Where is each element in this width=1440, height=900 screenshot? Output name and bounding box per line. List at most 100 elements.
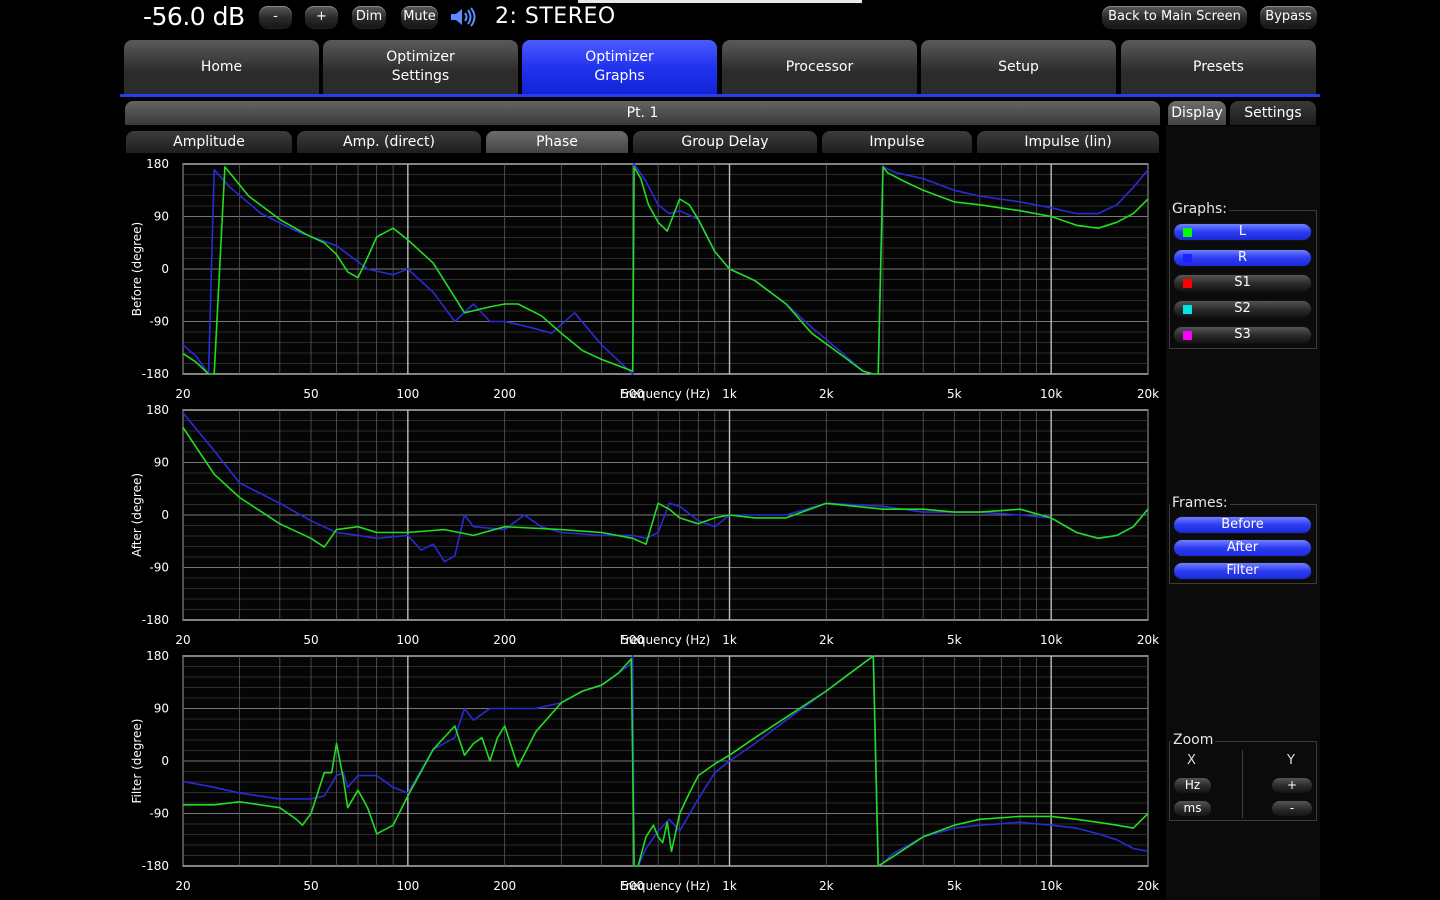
color-swatch — [1183, 228, 1192, 237]
x-tick-label: 5k — [947, 633, 962, 647]
x-tick-label: 10k — [1040, 633, 1062, 647]
channel-label: 2: STEREO — [495, 4, 616, 29]
frame-before-button[interactable]: Before — [1174, 517, 1311, 533]
tab-home[interactable]: Home — [124, 40, 319, 94]
tab-label: Presets — [1193, 58, 1244, 75]
zoom-title: Zoom — [1171, 732, 1216, 748]
graph-toggle-label: S2 — [1234, 301, 1251, 317]
x-tick-label: 20 — [175, 879, 190, 893]
zoom-y-plus-button[interactable]: + — [1272, 778, 1312, 793]
graph-toggle-s2[interactable]: S2 — [1174, 301, 1311, 318]
y-tick-label: -90 — [149, 561, 169, 575]
y-tick-label: -180 — [142, 613, 169, 627]
color-swatch — [1183, 330, 1192, 340]
subtab-amp-direct[interactable]: Amp. (direct) — [297, 131, 481, 153]
graph-toggle-label: S3 — [1234, 326, 1251, 342]
x-tick-label: 1k — [722, 633, 737, 647]
x-axis-label: Frequency (Hz) — [620, 879, 711, 893]
y-tick-label: -180 — [142, 859, 169, 873]
x-tick-label: 200 — [493, 879, 516, 893]
graph-toggle-s1[interactable]: S1 — [1174, 275, 1311, 292]
phase-plot-3: 180900-90-180Filter (degree)20 50 100 200 50… — [130, 649, 1159, 893]
phase-plot-2: 180900-90-180After (degree)20 50 100 200 500… — [130, 403, 1159, 647]
phase-plots: 180900-90-180Before (degree)20 50 100 200 50… — [130, 157, 1159, 893]
y-tick-label: 0 — [161, 262, 169, 276]
x-tick-label: 20k — [1137, 387, 1159, 401]
y-tick-label: 0 — [161, 508, 169, 522]
tab-processor[interactable]: Processor — [722, 40, 917, 94]
frame-after-button[interactable]: After — [1174, 540, 1311, 556]
tab-settings-right[interactable]: Settings — [1230, 101, 1316, 125]
volume-up-button[interactable]: + — [305, 6, 338, 28]
mute-button[interactable]: Mute — [401, 6, 438, 28]
tab-optimizer-graphs[interactable]: Optimizer Graphs — [522, 40, 717, 94]
zoom-ms-button[interactable]: ms — [1174, 801, 1211, 816]
y-tick-label: 180 — [146, 403, 169, 417]
x-tick-label: 20 — [175, 387, 190, 401]
x-tick-label: 100 — [396, 633, 419, 647]
graph-toggle-label: S1 — [1234, 275, 1251, 291]
x-tick-label: 100 — [396, 387, 419, 401]
x-tick-label: 20k — [1137, 633, 1159, 647]
graph-toggle-label: R — [1237, 249, 1248, 265]
graph-toggle-r[interactable]: R — [1174, 249, 1311, 266]
x-tick-label: 20k — [1137, 879, 1159, 893]
volume-down-button[interactable]: - — [259, 6, 292, 28]
y-axis-label: Filter (degree) — [130, 719, 144, 804]
dim-button[interactable]: Dim — [352, 6, 386, 28]
x-tick-label: 10k — [1040, 387, 1062, 401]
x-tick-label: 50 — [303, 387, 318, 401]
back-to-main-button[interactable]: Back to Main Screen — [1102, 6, 1247, 28]
graph-toggle-s3[interactable]: S3 — [1174, 326, 1311, 343]
tab-label: Processor — [785, 58, 854, 75]
tab-display[interactable]: Display — [1168, 101, 1226, 125]
graphs-title: Graphs: — [1170, 201, 1229, 217]
tab-label: Home — [200, 58, 243, 75]
tab-label: Optimizer Settings — [386, 49, 455, 84]
y-axis-label: After (degree) — [130, 473, 144, 557]
point-header[interactable]: Pt. 1 — [125, 101, 1160, 125]
subtab-impulse-lin[interactable]: Impulse (lin) — [977, 131, 1159, 153]
x-axis-label: Frequency (Hz) — [620, 387, 711, 401]
tab-label: Optimizer Graphs — [585, 49, 654, 84]
volume-readout: -56.0 dB — [143, 2, 245, 31]
x-tick-label: 2k — [819, 879, 834, 893]
tab-presets[interactable]: Presets — [1121, 40, 1316, 94]
speaker-icon[interactable] — [449, 6, 479, 28]
tab-label: Setup — [998, 58, 1039, 75]
tab-optimizer-settings[interactable]: Optimizer Settings — [323, 40, 518, 94]
y-tick-label: 90 — [154, 702, 169, 716]
y-tick-label: 180 — [146, 649, 169, 663]
zoom-y-label: Y — [1287, 753, 1295, 768]
subtab-impulse[interactable]: Impulse — [822, 131, 972, 153]
y-axis-label: Before (degree) — [130, 222, 144, 316]
y-tick-label: 180 — [146, 157, 169, 171]
zoom-y-minus-button[interactable]: - — [1272, 801, 1312, 816]
color-swatch — [1183, 305, 1192, 315]
subtab-phase[interactable]: Phase — [486, 131, 628, 153]
subtab-group-delay[interactable]: Group Delay — [633, 131, 817, 153]
x-tick-label: 100 — [396, 879, 419, 893]
subtab-amplitude[interactable]: Amplitude — [126, 131, 292, 153]
x-tick-label: 1k — [722, 387, 737, 401]
color-swatch — [1183, 279, 1192, 289]
tab-setup[interactable]: Setup — [921, 40, 1116, 94]
y-tick-label: -90 — [149, 807, 169, 821]
zoom-divider — [1242, 750, 1243, 818]
graph-toggle-l[interactable]: L — [1174, 224, 1311, 240]
y-tick-label: -90 — [149, 315, 169, 329]
bypass-button[interactable]: Bypass — [1260, 6, 1317, 28]
x-tick-label: 2k — [819, 633, 834, 647]
x-tick-label: 10k — [1040, 879, 1062, 893]
frame-filter-button[interactable]: Filter — [1174, 563, 1311, 579]
zoom-x-label: X — [1187, 753, 1196, 768]
x-tick-label: 20 — [175, 633, 190, 647]
top-strip — [578, 0, 862, 3]
x-tick-label: 5k — [947, 879, 962, 893]
x-tick-label: 50 — [303, 879, 318, 893]
x-tick-label: 200 — [493, 387, 516, 401]
x-tick-label: 5k — [947, 387, 962, 401]
zoom-hz-button[interactable]: Hz — [1174, 778, 1211, 793]
y-tick-label: 0 — [161, 754, 169, 768]
frames-title: Frames: — [1170, 495, 1230, 511]
